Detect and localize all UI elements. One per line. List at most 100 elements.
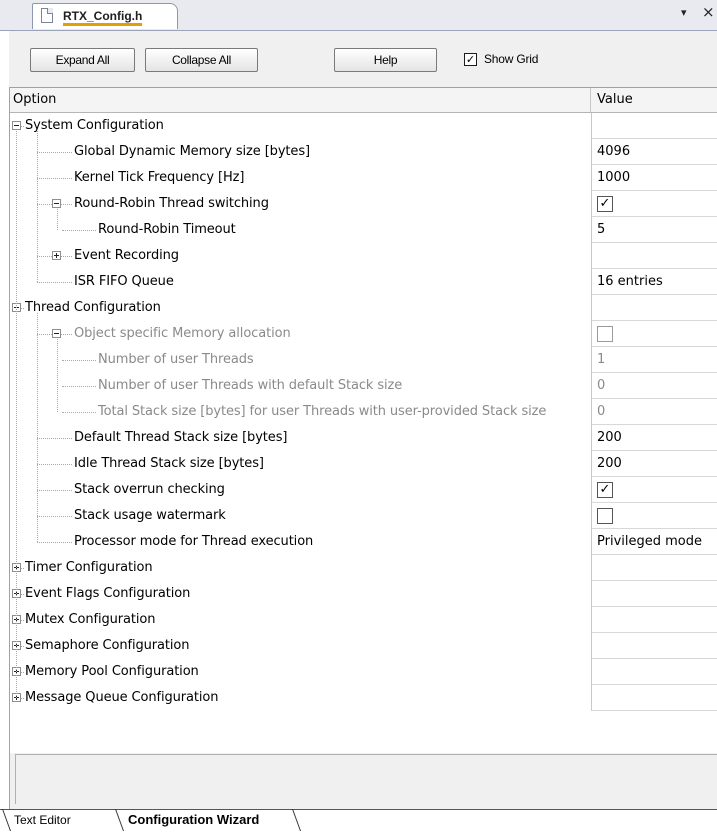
value-cell[interactable]: ✓ bbox=[591, 191, 717, 217]
option-label: Message Queue Configuration bbox=[25, 690, 219, 705]
option-value[interactable]: 200 bbox=[597, 451, 622, 476]
option-label: ISR FIFO Queue bbox=[74, 274, 174, 289]
grid-row[interactable]: Thread Configuration bbox=[10, 295, 717, 321]
grid-row[interactable]: Semaphore Configuration bbox=[10, 633, 717, 659]
column-header-option[interactable]: Option bbox=[10, 88, 591, 112]
editor-mode-tabs: Text Editor Configuration Wizard bbox=[0, 809, 717, 834]
value-cell[interactable]: 0 bbox=[591, 373, 717, 399]
document-icon bbox=[41, 8, 53, 23]
option-value[interactable]: 0 bbox=[597, 373, 605, 398]
grid-row[interactable]: Mutex Configuration bbox=[10, 607, 717, 633]
grid-row[interactable]: Round-Robin Timeout 5 bbox=[10, 217, 717, 243]
value-cell[interactable]: 200 bbox=[591, 451, 717, 477]
tree-connector bbox=[62, 412, 96, 413]
tree-connector bbox=[62, 230, 96, 231]
column-header-value[interactable]: Value bbox=[597, 88, 633, 112]
checked-checkbox[interactable]: ✓ bbox=[597, 482, 613, 498]
grid-row[interactable]: Total Stack size [bytes] for user Thread… bbox=[10, 399, 717, 425]
option-value[interactable]: 4096 bbox=[597, 139, 630, 164]
chevron-down-icon[interactable]: ▾ bbox=[681, 6, 687, 19]
tab-separator bbox=[291, 809, 302, 831]
value-cell[interactable]: Privileged mode bbox=[591, 529, 717, 555]
value-cell bbox=[591, 685, 717, 711]
collapse-minus-icon[interactable] bbox=[52, 329, 61, 338]
grid-row[interactable]: Idle Thread Stack size [bytes] 200 bbox=[10, 451, 717, 477]
value-cell bbox=[591, 555, 717, 581]
value-cell bbox=[591, 243, 717, 269]
collapse-minus-icon[interactable] bbox=[12, 121, 21, 130]
value-cell[interactable]: 16 entries bbox=[591, 269, 717, 295]
option-value[interactable]: 1000 bbox=[597, 165, 630, 190]
value-cell bbox=[591, 633, 717, 659]
tree-connector bbox=[21, 126, 24, 127]
grid-row[interactable]: Global Dynamic Memory size [bytes] 4096 bbox=[10, 139, 717, 165]
value-cell[interactable]: ✓ bbox=[591, 477, 717, 503]
value-cell[interactable] bbox=[591, 321, 717, 347]
grid-row[interactable]: Number of user Threads 1 bbox=[10, 347, 717, 373]
show-grid-checkbox[interactable]: ✓ bbox=[464, 53, 477, 66]
option-label: Memory Pool Configuration bbox=[25, 664, 199, 679]
collapse-minus-icon[interactable] bbox=[52, 199, 61, 208]
unchecked-checkbox[interactable] bbox=[597, 508, 613, 524]
close-icon[interactable]: × bbox=[702, 3, 715, 21]
grid-row[interactable]: Stack usage watermark bbox=[10, 503, 717, 529]
value-cell[interactable]: 1 bbox=[591, 347, 717, 373]
option-value[interactable]: Privileged mode bbox=[597, 529, 702, 554]
grid-row[interactable]: Kernel Tick Frequency [Hz] 1000 bbox=[10, 165, 717, 191]
value-cell[interactable]: 0 bbox=[591, 399, 717, 425]
collapse-all-button[interactable]: Collapse All bbox=[145, 48, 258, 72]
tree-connector bbox=[37, 152, 72, 153]
grid-row[interactable]: Default Thread Stack size [bytes] 200 bbox=[10, 425, 717, 451]
grid-row[interactable]: Event Flags Configuration bbox=[10, 581, 717, 607]
option-value[interactable]: 200 bbox=[597, 425, 622, 450]
value-cell bbox=[591, 607, 717, 633]
unchecked-checkbox[interactable] bbox=[597, 326, 613, 342]
option-label: Number of user Threads bbox=[98, 352, 254, 367]
expand-all-button[interactable]: Expand All bbox=[30, 48, 135, 72]
expand-plus-icon[interactable] bbox=[52, 251, 61, 260]
value-cell bbox=[591, 295, 717, 321]
tree-connector bbox=[21, 698, 24, 699]
tree-connector bbox=[57, 339, 58, 412]
tab-text-editor[interactable]: Text Editor bbox=[14, 809, 71, 831]
grid-header: Option Value bbox=[10, 88, 717, 113]
grid-row[interactable]: Round-Robin Thread switching ✓ bbox=[10, 191, 717, 217]
grid-row[interactable]: System Configuration bbox=[10, 113, 717, 139]
value-cell bbox=[591, 659, 717, 685]
option-label: Total Stack size [bytes] for user Thread… bbox=[98, 404, 547, 419]
option-value[interactable]: 0 bbox=[597, 399, 605, 424]
tree-connector bbox=[37, 490, 72, 491]
grid-row[interactable]: ISR FIFO Queue 16 entries bbox=[10, 269, 717, 295]
tree-connector bbox=[37, 131, 38, 282]
tree-connector bbox=[62, 360, 96, 361]
grid-row[interactable]: Object specific Memory allocation bbox=[10, 321, 717, 347]
option-label: Object specific Memory allocation bbox=[74, 326, 291, 341]
option-value[interactable]: 5 bbox=[597, 217, 605, 242]
show-grid-label: Show Grid bbox=[484, 52, 539, 66]
checked-checkbox[interactable]: ✓ bbox=[597, 196, 613, 212]
tree-connector bbox=[21, 672, 24, 673]
grid-row[interactable]: Memory Pool Configuration bbox=[10, 659, 717, 685]
grid-row[interactable]: Timer Configuration bbox=[10, 555, 717, 581]
tab-separator bbox=[114, 809, 125, 831]
option-value[interactable]: 1 bbox=[597, 347, 605, 372]
value-cell[interactable]: 1000 bbox=[591, 165, 717, 191]
grid-row[interactable]: Stack overrun checking ✓ bbox=[10, 477, 717, 503]
tree-connector bbox=[21, 308, 24, 309]
option-value[interactable]: 16 entries bbox=[597, 269, 663, 294]
tree-connector bbox=[21, 594, 24, 595]
tab-configuration-wizard[interactable]: Configuration Wizard bbox=[128, 809, 259, 831]
value-cell[interactable]: 5 bbox=[591, 217, 717, 243]
grid-row[interactable]: Processor mode for Thread execution Privi… bbox=[10, 529, 717, 555]
help-button[interactable]: Help bbox=[334, 48, 437, 72]
document-tab-strip: RTX_Config.h ▾ × bbox=[0, 0, 717, 31]
value-cell[interactable]: 4096 bbox=[591, 139, 717, 165]
tree-connector bbox=[21, 646, 24, 647]
value-cell[interactable]: 200 bbox=[591, 425, 717, 451]
grid-row[interactable]: Message Queue Configuration bbox=[10, 685, 717, 711]
grid-row[interactable]: Number of user Threads with default Stac… bbox=[10, 373, 717, 399]
option-label: Idle Thread Stack size [bytes] bbox=[74, 456, 264, 471]
grid-row[interactable]: Event Recording bbox=[10, 243, 717, 269]
value-cell[interactable] bbox=[591, 503, 717, 529]
document-tab-rtx-config[interactable]: RTX_Config.h bbox=[32, 3, 178, 29]
